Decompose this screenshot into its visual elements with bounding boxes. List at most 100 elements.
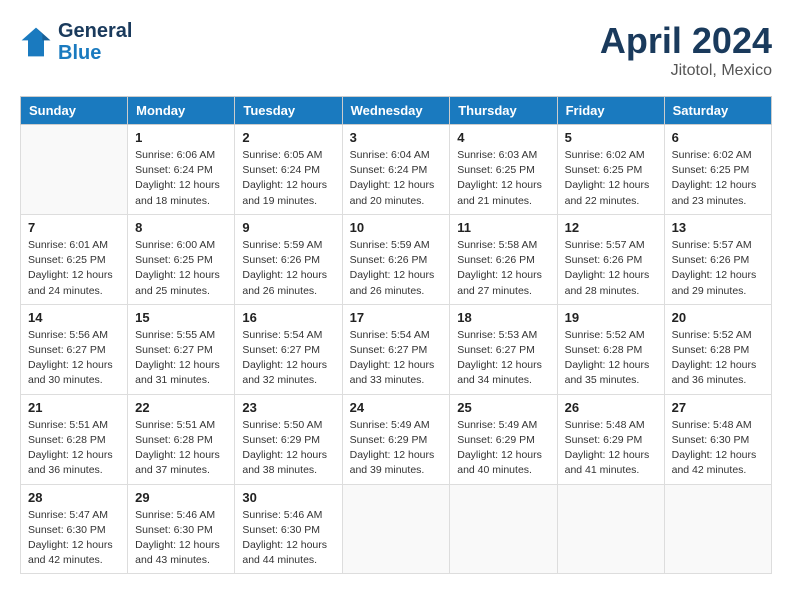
day-info: Sunrise: 5:49 AMSunset: 6:29 PMDaylight:…: [457, 418, 549, 479]
day-number: 2: [242, 130, 334, 145]
day-info: Sunrise: 6:05 AMSunset: 6:24 PMDaylight:…: [242, 148, 334, 209]
logo-icon: [20, 26, 52, 58]
calendar-cell: 1 Sunrise: 6:06 AMSunset: 6:24 PMDaylight…: [128, 125, 235, 215]
day-number: 27: [672, 400, 764, 415]
day-info: Sunrise: 5:51 AMSunset: 6:28 PMDaylight:…: [135, 418, 227, 479]
calendar-cell: [342, 484, 450, 574]
day-info: Sunrise: 5:55 AMSunset: 6:27 PMDaylight:…: [135, 328, 227, 389]
weekday-header-thursday: Thursday: [450, 97, 557, 125]
calendar-cell: 14 Sunrise: 5:56 AMSunset: 6:27 PMDayligh…: [21, 304, 128, 394]
calendar-cell: 3Sunrise: 6:04 AMSunset: 6:24 PMDaylight…: [342, 125, 450, 215]
logo: General Blue: [20, 20, 132, 64]
day-number: 21: [28, 400, 120, 415]
calendar-cell: 13 Sunrise: 5:57 AMSunset: 6:26 PMDayligh…: [664, 214, 771, 304]
day-info: Sunrise: 5:51 AMSunset: 6:28 PMDaylight:…: [28, 418, 120, 479]
calendar-table: SundayMondayTuesdayWednesdayThursdayFrid…: [20, 96, 772, 574]
calendar-cell: [557, 484, 664, 574]
day-info: Sunrise: 6:03 AMSunset: 6:25 PMDaylight:…: [457, 148, 549, 209]
day-info: Sunrise: 5:58 AMSunset: 6:26 PMDaylight:…: [457, 238, 549, 299]
calendar-cell: 27 Sunrise: 5:48 AMSunset: 6:30 PMDayligh…: [664, 394, 771, 484]
week-row-3: 14 Sunrise: 5:56 AMSunset: 6:27 PMDayligh…: [21, 304, 772, 394]
calendar-cell: 16Sunrise: 5:54 AMSunset: 6:27 PMDayligh…: [235, 304, 342, 394]
day-number: 23: [242, 400, 334, 415]
weekday-header-sunday: Sunday: [21, 97, 128, 125]
day-number: 25: [457, 400, 549, 415]
calendar-cell: 5 Sunrise: 6:02 AMSunset: 6:25 PMDaylight…: [557, 125, 664, 215]
logo-line1: General: [58, 20, 132, 42]
day-number: 28: [28, 490, 120, 505]
calendar-cell: 25 Sunrise: 5:49 AMSunset: 6:29 PMDayligh…: [450, 394, 557, 484]
day-number: 20: [672, 310, 764, 325]
day-number: 6: [672, 130, 764, 145]
day-number: 15: [135, 310, 227, 325]
day-number: 30: [242, 490, 334, 505]
day-info: Sunrise: 5:46 AMSunset: 6:30 PMDaylight:…: [135, 508, 227, 569]
day-number: 5: [565, 130, 657, 145]
day-number: 12: [565, 220, 657, 235]
day-info: Sunrise: 5:52 AMSunset: 6:28 PMDaylight:…: [672, 328, 764, 389]
day-number: 10: [350, 220, 443, 235]
day-info: Sunrise: 5:50 AMSunset: 6:29 PMDaylight:…: [242, 418, 334, 479]
day-info: Sunrise: 6:04 AMSunset: 6:24 PMDaylight:…: [350, 148, 443, 209]
week-row-4: 21 Sunrise: 5:51 AMSunset: 6:28 PMDayligh…: [21, 394, 772, 484]
day-info: Sunrise: 5:47 AMSunset: 6:30 PMDaylight:…: [28, 508, 120, 569]
calendar-cell: 9 Sunrise: 5:59 AMSunset: 6:26 PMDaylight…: [235, 214, 342, 304]
day-info: Sunrise: 6:01 AMSunset: 6:25 PMDaylight:…: [28, 238, 120, 299]
day-number: 24: [350, 400, 443, 415]
day-number: 19: [565, 310, 657, 325]
week-row-1: 1 Sunrise: 6:06 AMSunset: 6:24 PMDaylight…: [21, 125, 772, 215]
title-block: April 2024 Jitotol, Mexico: [600, 20, 772, 80]
calendar-cell: 19 Sunrise: 5:52 AMSunset: 6:28 PMDayligh…: [557, 304, 664, 394]
weekday-header-saturday: Saturday: [664, 97, 771, 125]
day-info: Sunrise: 5:46 AMSunset: 6:30 PMDaylight:…: [242, 508, 334, 569]
weekday-header-row: SundayMondayTuesdayWednesdayThursdayFrid…: [21, 97, 772, 125]
calendar-cell: 15 Sunrise: 5:55 AMSunset: 6:27 PMDayligh…: [128, 304, 235, 394]
calendar-cell: 11 Sunrise: 5:58 AMSunset: 6:26 PMDayligh…: [450, 214, 557, 304]
week-row-5: 28 Sunrise: 5:47 AMSunset: 6:30 PMDayligh…: [21, 484, 772, 574]
month-title: April 2024: [600, 20, 772, 62]
day-info: Sunrise: 5:59 AMSunset: 6:26 PMDaylight:…: [350, 238, 443, 299]
calendar-cell: 2 Sunrise: 6:05 AMSunset: 6:24 PMDaylight…: [235, 125, 342, 215]
day-info: Sunrise: 5:52 AMSunset: 6:28 PMDaylight:…: [565, 328, 657, 389]
day-info: Sunrise: 5:57 AMSunset: 6:26 PMDaylight:…: [565, 238, 657, 299]
calendar-cell: 22Sunrise: 5:51 AMSunset: 6:28 PMDayligh…: [128, 394, 235, 484]
day-number: 9: [242, 220, 334, 235]
calendar-cell: 4Sunrise: 6:03 AMSunset: 6:25 PMDaylight…: [450, 125, 557, 215]
day-info: Sunrise: 6:02 AMSunset: 6:25 PMDaylight:…: [565, 148, 657, 209]
day-info: Sunrise: 5:59 AMSunset: 6:26 PMDaylight:…: [242, 238, 334, 299]
day-info: Sunrise: 5:53 AMSunset: 6:27 PMDaylight:…: [457, 328, 549, 389]
day-info: Sunrise: 6:06 AMSunset: 6:24 PMDaylight:…: [135, 148, 227, 209]
day-number: 18: [457, 310, 549, 325]
day-info: Sunrise: 5:49 AMSunset: 6:29 PMDaylight:…: [350, 418, 443, 479]
calendar-cell: [450, 484, 557, 574]
day-number: 14: [28, 310, 120, 325]
day-info: Sunrise: 5:54 AMSunset: 6:27 PMDaylight:…: [242, 328, 334, 389]
calendar-cell: [664, 484, 771, 574]
calendar-cell: 6 Sunrise: 6:02 AMSunset: 6:25 PMDaylight…: [664, 125, 771, 215]
day-number: 8: [135, 220, 227, 235]
day-number: 7: [28, 220, 120, 235]
weekday-header-monday: Monday: [128, 97, 235, 125]
weekday-header-tuesday: Tuesday: [235, 97, 342, 125]
calendar-cell: 18 Sunrise: 5:53 AMSunset: 6:27 PMDayligh…: [450, 304, 557, 394]
day-number: 13: [672, 220, 764, 235]
calendar-cell: 8 Sunrise: 6:00 AMSunset: 6:25 PMDaylight…: [128, 214, 235, 304]
calendar-cell: 23 Sunrise: 5:50 AMSunset: 6:29 PMDayligh…: [235, 394, 342, 484]
day-info: Sunrise: 5:48 AMSunset: 6:30 PMDaylight:…: [672, 418, 764, 479]
day-info: Sunrise: 6:00 AMSunset: 6:25 PMDaylight:…: [135, 238, 227, 299]
page-header: General Blue April 2024 Jitotol, Mexico: [20, 20, 772, 80]
day-info: Sunrise: 5:57 AMSunset: 6:26 PMDaylight:…: [672, 238, 764, 299]
calendar-cell: 12 Sunrise: 5:57 AMSunset: 6:26 PMDayligh…: [557, 214, 664, 304]
logo-line2: Blue: [58, 42, 132, 64]
calendar-cell: 24 Sunrise: 5:49 AMSunset: 6:29 PMDayligh…: [342, 394, 450, 484]
day-info: Sunrise: 5:56 AMSunset: 6:27 PMDaylight:…: [28, 328, 120, 389]
day-number: 29: [135, 490, 227, 505]
day-number: 26: [565, 400, 657, 415]
day-number: 11: [457, 220, 549, 235]
day-number: 1: [135, 130, 227, 145]
location: Jitotol, Mexico: [600, 62, 772, 80]
day-info: Sunrise: 6:02 AMSunset: 6:25 PMDaylight:…: [672, 148, 764, 209]
week-row-2: 7 Sunrise: 6:01 AMSunset: 6:25 PMDaylight…: [21, 214, 772, 304]
calendar-cell: 7 Sunrise: 6:01 AMSunset: 6:25 PMDaylight…: [21, 214, 128, 304]
calendar-cell: 17Sunrise: 5:54 AMSunset: 6:27 PMDayligh…: [342, 304, 450, 394]
